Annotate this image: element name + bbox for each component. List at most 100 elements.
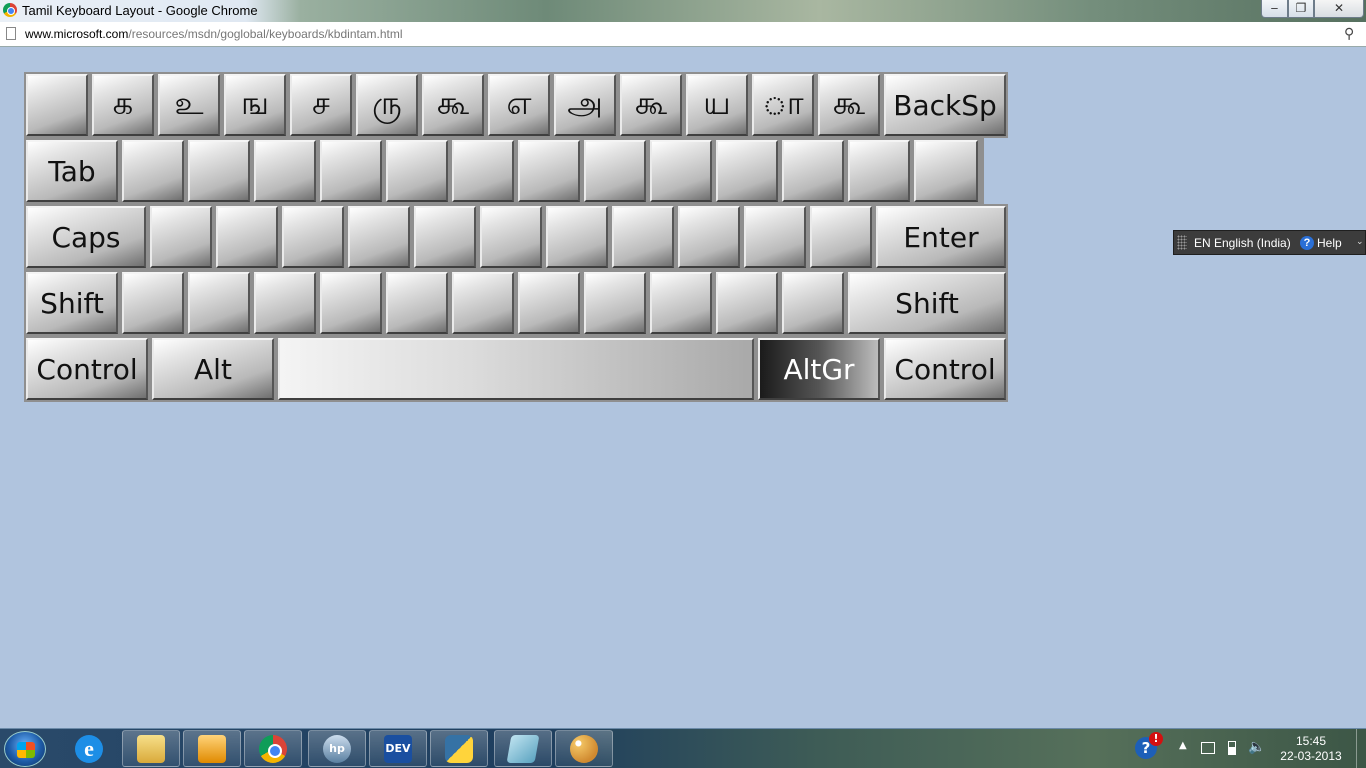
- network-icon[interactable]: [1201, 742, 1215, 754]
- key-2-4[interactable]: [254, 140, 316, 202]
- key-shift-right[interactable]: Shift: [848, 272, 1006, 334]
- system-clock[interactable]: 15:45 22-03-2013: [1274, 734, 1348, 764]
- key-2-11[interactable]: [716, 140, 778, 202]
- close-button[interactable]: ✕: [1314, 0, 1364, 18]
- keyboard-row-1: க உ ங ச ரு கூ எ அ கூ ய ா கூ BackSp: [24, 72, 1008, 138]
- key-3-5[interactable]: [348, 206, 410, 268]
- maximize-button[interactable]: ❐: [1288, 0, 1314, 18]
- key-3-7[interactable]: [480, 206, 542, 268]
- taskbar-python[interactable]: [430, 730, 488, 767]
- key-3-11[interactable]: [744, 206, 806, 268]
- key-1-13[interactable]: கூ: [818, 74, 880, 136]
- key-1-3[interactable]: உ: [158, 74, 220, 136]
- chrome-icon: [259, 734, 287, 763]
- key-4-6[interactable]: [386, 272, 448, 334]
- volume-icon[interactable]: 🔈: [1248, 739, 1265, 755]
- taskbar-notepad[interactable]: [494, 730, 552, 767]
- key-4-9[interactable]: [584, 272, 646, 334]
- key-4-7[interactable]: [452, 272, 514, 334]
- key-altgr[interactable]: AltGr: [758, 338, 880, 400]
- key-label: Control: [894, 352, 996, 386]
- help-icon[interactable]: ?: [1300, 236, 1314, 250]
- key-caps[interactable]: Caps: [26, 206, 146, 268]
- key-1-4[interactable]: ங: [224, 74, 286, 136]
- key-3-12[interactable]: [810, 206, 872, 268]
- zoom-icon[interactable]: ⚲: [1344, 26, 1360, 42]
- show-hidden-icons-icon[interactable]: ▲: [1179, 740, 1187, 751]
- address-bar[interactable]: www.microsoft.com/resources/msdn/gogloba…: [0, 22, 1366, 47]
- key-1-12[interactable]: ா: [752, 74, 814, 136]
- url-path: /resources/msdn/goglobal/keyboards/kbdin…: [128, 27, 403, 41]
- key-2-14[interactable]: [914, 140, 978, 202]
- url-text[interactable]: www.microsoft.com/resources/msdn/gogloba…: [25, 27, 403, 41]
- key-space[interactable]: [278, 338, 754, 400]
- key-label: கூ: [634, 84, 668, 122]
- taskbar-hp[interactable]: hp: [308, 730, 366, 767]
- key-2-2[interactable]: [122, 140, 184, 202]
- taskbar-media-player[interactable]: [183, 730, 241, 767]
- key-4-2[interactable]: [122, 272, 184, 334]
- chrome-logo-icon: [3, 3, 17, 17]
- battery-icon[interactable]: [1228, 741, 1236, 755]
- key-2-7[interactable]: [452, 140, 514, 202]
- taskbar-ie[interactable]: e: [60, 730, 118, 767]
- key-4-11[interactable]: [716, 272, 778, 334]
- key-tab[interactable]: Tab: [26, 140, 118, 202]
- key-1-7[interactable]: கூ: [422, 74, 484, 136]
- key-2-10[interactable]: [650, 140, 712, 202]
- taskbar-devcpp[interactable]: DEV: [369, 730, 427, 767]
- key-1-2[interactable]: க: [92, 74, 154, 136]
- key-label: அ: [567, 84, 603, 122]
- key-1-10[interactable]: கூ: [620, 74, 682, 136]
- key-4-5[interactable]: [320, 272, 382, 334]
- taskbar-paint[interactable]: [555, 730, 613, 767]
- language-selector[interactable]: EN English (India): [1194, 236, 1291, 250]
- key-enter[interactable]: Enter: [876, 206, 1006, 268]
- taskbar-explorer[interactable]: [122, 730, 180, 767]
- key-3-2[interactable]: [150, 206, 212, 268]
- key-2-6[interactable]: [386, 140, 448, 202]
- key-2-3[interactable]: [188, 140, 250, 202]
- chevron-down-icon[interactable]: ⌄: [1356, 236, 1364, 247]
- ie-icon: e: [75, 734, 103, 763]
- key-4-4[interactable]: [254, 272, 316, 334]
- show-desktop-button[interactable]: [1356, 729, 1366, 768]
- key-1-1[interactable]: [26, 74, 88, 136]
- key-1-5[interactable]: ச: [290, 74, 352, 136]
- key-2-13[interactable]: [848, 140, 910, 202]
- alert-icon: !: [1149, 732, 1163, 746]
- help-button[interactable]: Help: [1317, 236, 1342, 250]
- key-1-8[interactable]: எ: [488, 74, 550, 136]
- key-alt[interactable]: Alt: [152, 338, 274, 400]
- key-4-12[interactable]: [782, 272, 844, 334]
- key-2-9[interactable]: [584, 140, 646, 202]
- key-2-5[interactable]: [320, 140, 382, 202]
- drag-handle-icon[interactable]: [1177, 235, 1187, 250]
- url-host: www.microsoft.com: [25, 27, 129, 41]
- key-3-8[interactable]: [546, 206, 608, 268]
- media-player-icon: [198, 734, 226, 763]
- key-backspace[interactable]: BackSp: [884, 74, 1006, 136]
- start-button[interactable]: [4, 731, 46, 767]
- key-2-12[interactable]: [782, 140, 844, 202]
- key-control-right[interactable]: Control: [884, 338, 1006, 400]
- key-3-3[interactable]: [216, 206, 278, 268]
- key-4-10[interactable]: [650, 272, 712, 334]
- taskbar-chrome[interactable]: [244, 730, 302, 767]
- key-3-10[interactable]: [678, 206, 740, 268]
- key-3-6[interactable]: [414, 206, 476, 268]
- key-label: ா: [762, 84, 804, 122]
- keyboard-layout: க உ ங ச ரு கூ எ அ கூ ய ா கூ BackSp Tab C…: [24, 72, 1008, 402]
- key-4-8[interactable]: [518, 272, 580, 334]
- key-4-3[interactable]: [188, 272, 250, 334]
- key-shift-left[interactable]: Shift: [26, 272, 118, 334]
- page-icon: [6, 27, 16, 40]
- key-1-6[interactable]: ரு: [356, 74, 418, 136]
- key-3-4[interactable]: [282, 206, 344, 268]
- key-1-9[interactable]: அ: [554, 74, 616, 136]
- key-2-8[interactable]: [518, 140, 580, 202]
- minimize-button[interactable]: ‒: [1261, 0, 1288, 18]
- key-control-left[interactable]: Control: [26, 338, 148, 400]
- key-3-9[interactable]: [612, 206, 674, 268]
- key-1-11[interactable]: ய: [686, 74, 748, 136]
